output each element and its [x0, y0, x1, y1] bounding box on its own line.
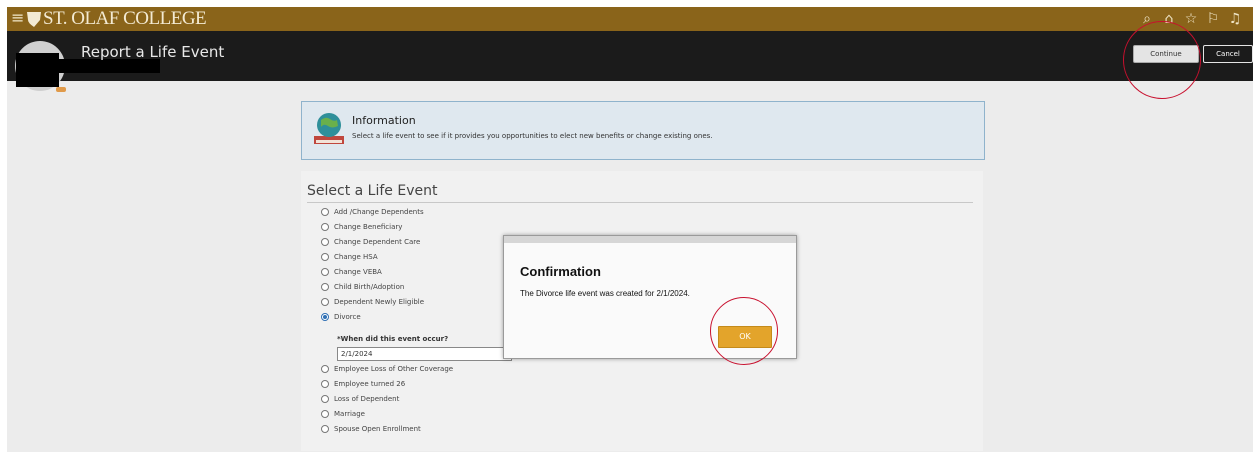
option-child-birth-adoption[interactable]: Child Birth/Adoption — [321, 283, 404, 291]
brand-logo[interactable]: ST. OLAF COLLEGE — [43, 8, 207, 30]
radio-button[interactable] — [321, 380, 329, 388]
radio-button[interactable] — [321, 208, 329, 216]
avatar-badge — [56, 87, 66, 92]
option-label: Spouse Open Enrollment — [334, 425, 421, 433]
info-description: Select a life event to see if it provide… — [352, 132, 713, 140]
radio-button[interactable] — [321, 298, 329, 306]
redacted-name — [59, 59, 160, 73]
option-label: Change HSA — [334, 253, 378, 261]
option-add-change-dependents[interactable]: Add /Change Dependents — [321, 208, 424, 216]
radio-button[interactable] — [321, 253, 329, 261]
radio-button[interactable] — [321, 425, 329, 433]
flag-icon[interactable]: ⚐ — [1205, 10, 1221, 28]
option-change-hsa[interactable]: Change HSA — [321, 253, 378, 261]
option-label: Employee turned 26 — [334, 380, 406, 388]
option-label: Child Birth/Adoption — [334, 283, 405, 291]
top-navigation-bar: ≡ ST. OLAF COLLEGE ⌕ ⌂ ☆ ⚐ ♫ — [7, 7, 1253, 31]
option-employee-turned-26[interactable]: Employee turned 26 — [321, 380, 405, 388]
app-frame: ≡ ST. OLAF COLLEGE ⌕ ⌂ ☆ ⚐ ♫ Report a Li… — [7, 7, 1253, 452]
radio-button[interactable] — [321, 395, 329, 403]
cancel-button[interactable]: Cancel — [1203, 45, 1253, 63]
radio-button-selected[interactable] — [321, 313, 329, 321]
option-label: Loss of Dependent — [334, 395, 400, 403]
section-title: Select a Life Event — [307, 183, 438, 199]
option-marriage[interactable]: Marriage — [321, 410, 365, 418]
option-change-beneficiary[interactable]: Change Beneficiary — [321, 223, 402, 231]
option-spouse-open-enrollment[interactable]: Spouse Open Enrollment — [321, 425, 421, 433]
ok-button[interactable]: OK — [718, 326, 772, 348]
dialog-title: Confirmation — [520, 264, 601, 279]
option-change-veba[interactable]: Change VEBA — [321, 268, 382, 276]
option-employee-loss-coverage[interactable]: Employee Loss of Other Coverage — [321, 365, 453, 373]
confirmation-dialog: Confirmation The Divorce life event was … — [503, 235, 797, 359]
section-divider — [307, 202, 973, 203]
option-label: Divorce — [334, 313, 361, 321]
home-icon[interactable]: ⌂ — [1161, 10, 1177, 28]
option-dependent-newly-eligible[interactable]: Dependent Newly Eligible — [321, 298, 424, 306]
radio-button[interactable] — [321, 238, 329, 246]
event-date-label: *When did this event occur? — [337, 335, 449, 343]
option-loss-of-dependent[interactable]: Loss of Dependent — [321, 395, 399, 403]
favorites-star-icon[interactable]: ☆ — [1183, 10, 1199, 28]
search-icon[interactable]: ⌕ — [1139, 10, 1155, 28]
option-divorce[interactable]: Divorce — [321, 313, 361, 321]
globe-book-icon — [314, 113, 344, 144]
option-label: Employee Loss of Other Coverage — [334, 365, 454, 373]
option-label: Change VEBA — [334, 268, 382, 276]
page-title: Report a Life Event — [81, 43, 225, 61]
option-label: Change Dependent Care — [334, 238, 421, 246]
option-label: Change Beneficiary — [334, 223, 403, 231]
redacted-block — [16, 53, 59, 87]
hamburger-icon[interactable]: ≡ — [11, 9, 25, 27]
dialog-message: The Divorce life event was created for 2… — [520, 289, 690, 298]
bell-icon[interactable]: ♫ — [1227, 10, 1243, 28]
radio-button[interactable] — [321, 223, 329, 231]
radio-button[interactable] — [321, 283, 329, 291]
event-date-input[interactable]: 2/1/2024 — [337, 347, 512, 361]
radio-button[interactable] — [321, 365, 329, 373]
info-title: Information — [352, 114, 416, 127]
option-label: Marriage — [334, 410, 365, 418]
continue-button[interactable]: Continue — [1133, 45, 1199, 63]
option-label: Dependent Newly Eligible — [334, 298, 425, 306]
option-label: Add /Change Dependents — [334, 208, 424, 216]
college-shield-icon — [27, 12, 41, 27]
radio-button[interactable] — [321, 410, 329, 418]
dialog-titlebar[interactable] — [504, 236, 796, 243]
radio-button[interactable] — [321, 268, 329, 276]
option-change-dependent-care[interactable]: Change Dependent Care — [321, 238, 420, 246]
information-panel: Information Select a life event to see i… — [301, 101, 985, 160]
